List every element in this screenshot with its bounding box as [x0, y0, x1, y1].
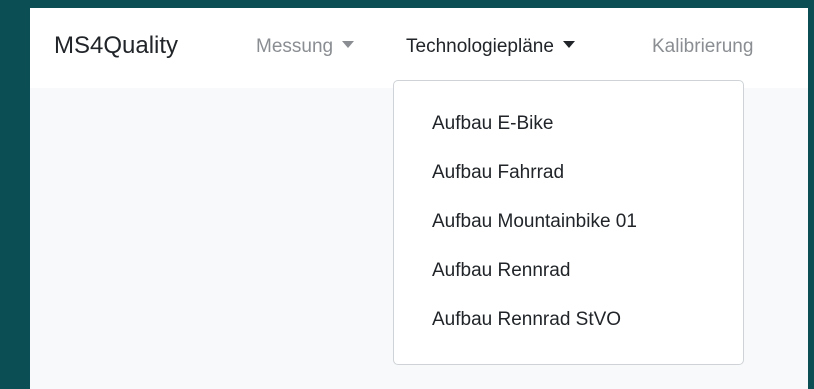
nav-item-kalibrierung[interactable]: Kalibrierung — [652, 34, 753, 60]
dropdown-item-aufbau-fahrrad[interactable]: Aufbau Fahrrad — [394, 148, 743, 197]
nav-item-label: Technologiepläne — [406, 36, 554, 57]
top-navbar: MS4Quality Messung Technologiepläne Kali… — [30, 8, 808, 88]
dropdown-item-aufbau-e-bike[interactable]: Aufbau E-Bike — [394, 99, 743, 148]
nav-item-technologieplaene[interactable]: Technologiepläne — [406, 34, 575, 60]
caret-down-icon — [342, 41, 355, 49]
dropdown-item-aufbau-rennrad[interactable]: Aufbau Rennrad — [394, 246, 743, 295]
nav-item-label: Kalibrierung — [652, 36, 754, 57]
nav-item-label: Messung — [256, 36, 334, 57]
dropdown-item-aufbau-mountainbike-01[interactable]: Aufbau Mountainbike 01 — [394, 197, 743, 246]
caret-down-icon — [562, 41, 575, 49]
dropdown-item-aufbau-rennrad-stvo[interactable]: Aufbau Rennrad StVO — [394, 295, 743, 344]
app-window: MS4Quality Messung Technologiepläne Kali… — [30, 8, 808, 389]
nav-item-messung[interactable]: Messung — [256, 34, 355, 60]
technologieplaene-dropdown-menu: Aufbau E-Bike Aufbau Fahrrad Aufbau Moun… — [393, 80, 744, 365]
brand-logo[interactable]: MS4Quality — [54, 30, 178, 62]
